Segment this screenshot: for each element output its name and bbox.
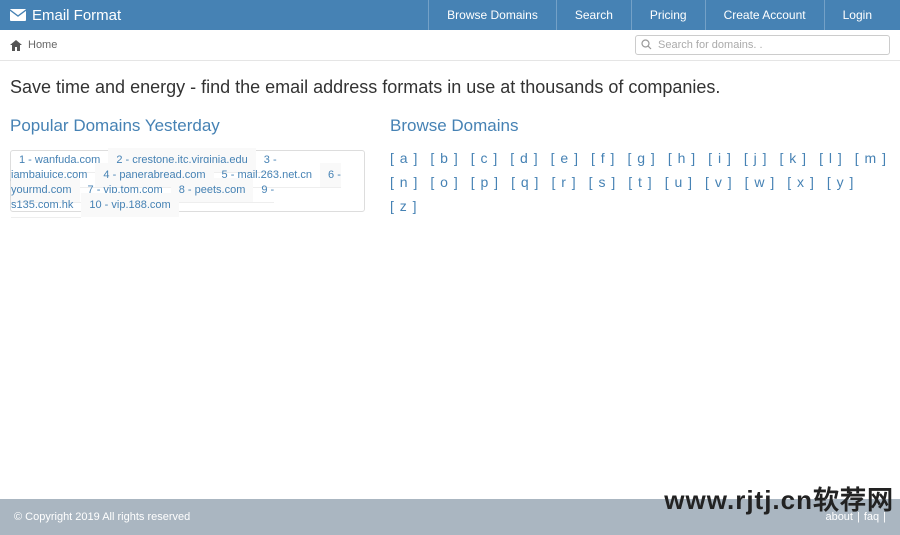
browse-section: Browse Domains [ a ] [ b ] [ c ] [ d ] [ e ]…	[390, 116, 890, 214]
brand-text: Email Format	[32, 7, 121, 24]
envelope-icon	[10, 9, 26, 21]
main-content: Save time and energy - find the email ad…	[0, 61, 900, 499]
footer-about[interactable]: about	[825, 511, 853, 523]
alpha-link-k[interactable]: [ k ]	[780, 150, 808, 166]
alpha-link-s[interactable]: [ s ]	[589, 174, 617, 190]
brand-link[interactable]: Email Format	[10, 7, 121, 24]
popular-item[interactable]: 8 - peets.com	[171, 178, 254, 203]
search-input[interactable]	[635, 35, 890, 55]
alphabet-list: [ a ] [ b ] [ c ] [ d ] [ e ] [ f ] [ g ] [ h ]…	[390, 150, 890, 214]
alpha-link-w[interactable]: [ w ]	[745, 174, 776, 190]
alpha-link-q[interactable]: [ q ]	[511, 174, 539, 190]
breadcrumb: Home	[10, 39, 57, 51]
alpha-link-c[interactable]: [ c ]	[471, 150, 499, 166]
alpha-link-l[interactable]: [ l ]	[819, 150, 843, 166]
popular-section: Popular Domains Yesterday 1 - wanfuda.co…	[10, 116, 365, 214]
nav-links: Browse Domains Search Pricing Create Acc…	[428, 0, 890, 30]
alpha-link-p[interactable]: [ p ]	[471, 174, 499, 190]
alpha-link-u[interactable]: [ u ]	[665, 174, 693, 190]
alpha-link-z[interactable]: [ z ]	[390, 198, 418, 214]
alpha-link-v[interactable]: [ v ]	[705, 174, 733, 190]
alpha-link-d[interactable]: [ d ]	[510, 150, 538, 166]
alpha-link-m[interactable]: [ m ]	[855, 150, 887, 166]
search-icon	[641, 39, 652, 50]
alpha-link-y[interactable]: [ y ]	[827, 174, 855, 190]
alpha-link-a[interactable]: [ a ]	[390, 150, 418, 166]
alpha-link-n[interactable]: [ n ]	[390, 174, 418, 190]
alpha-link-i[interactable]: [ i ]	[708, 150, 732, 166]
popular-title: Popular Domains Yesterday	[10, 116, 365, 136]
alpha-link-h[interactable]: [ h ]	[668, 150, 696, 166]
footer-sep: |	[857, 511, 860, 523]
footer-sep: |	[883, 511, 886, 523]
alpha-link-o[interactable]: [ o ]	[430, 174, 458, 190]
nav-create-account[interactable]: Create Account	[705, 0, 824, 30]
alpha-link-f[interactable]: [ f ]	[591, 150, 615, 166]
footer-copyright: © Copyright 2019 All rights reserved	[14, 511, 190, 523]
alpha-link-e[interactable]: [ e ]	[551, 150, 579, 166]
search-wrap	[635, 35, 890, 55]
nav-pricing[interactable]: Pricing	[631, 0, 705, 30]
breadcrumb-row: Home	[0, 30, 900, 61]
popular-list: 1 - wanfuda.com2 - crestone.itc.virginia…	[10, 150, 365, 212]
nav-search[interactable]: Search	[556, 0, 631, 30]
alpha-link-x[interactable]: [ x ]	[787, 174, 815, 190]
footer: © Copyright 2019 All rights reserved abo…	[0, 499, 900, 535]
navbar: Email Format Browse Domains Search Prici…	[0, 0, 900, 30]
alpha-link-r[interactable]: [ r ]	[551, 174, 576, 190]
home-icon[interactable]	[10, 40, 22, 51]
nav-browse-domains[interactable]: Browse Domains	[428, 0, 556, 30]
browse-title: Browse Domains	[390, 116, 890, 136]
footer-links: about | faq |	[825, 511, 886, 523]
popular-item[interactable]: 10 - vip.188.com	[81, 193, 178, 217]
alpha-link-b[interactable]: [ b ]	[430, 150, 458, 166]
tagline: Save time and energy - find the email ad…	[10, 77, 890, 98]
nav-login[interactable]: Login	[824, 0, 890, 30]
alpha-link-t[interactable]: [ t ]	[628, 174, 652, 190]
breadcrumb-home[interactable]: Home	[28, 39, 57, 51]
footer-faq[interactable]: faq	[864, 511, 879, 523]
alpha-link-g[interactable]: [ g ]	[627, 150, 655, 166]
alpha-link-j[interactable]: [ j ]	[744, 150, 768, 166]
